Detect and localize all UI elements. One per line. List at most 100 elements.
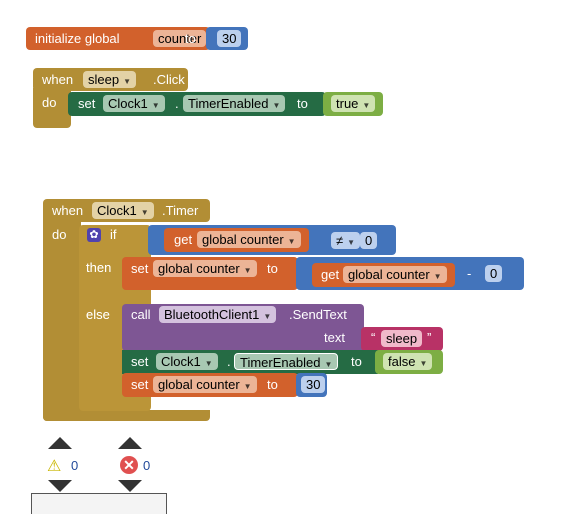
true-block[interactable]: true ▼ [323,92,383,116]
event-label: .Click [153,72,185,87]
dropdown-arrow-icon: ▼ [204,359,213,368]
param-label: text [324,330,345,345]
variable-dropdown[interactable]: global counter ▼ [343,266,447,283]
component-dropdown[interactable]: Clock1 ▼ [156,353,218,370]
property-name: TimerEnabled [188,96,269,111]
boolean-dropdown[interactable]: false ▼ [383,353,433,370]
dot: . [175,96,179,111]
trash-area[interactable] [31,493,167,514]
component-dropdown[interactable]: BluetoothClient1 ▼ [159,306,277,323]
number-value[interactable]: 30 [301,376,326,393]
get-variable-block[interactable]: get global counter ▼ [312,263,455,287]
variable-name: global counter [158,261,240,276]
operator: ≠ [336,233,344,248]
set-variable-block[interactable]: set global counter ▼ to [122,257,298,290]
variable-dropdown[interactable]: global counter ▼ [153,376,257,393]
error-count: 0 [143,458,151,473]
method-label: .SendText [289,307,347,322]
false-block[interactable]: false ▼ [375,350,443,374]
warning-count: 0 [71,458,79,473]
warning-icon: ⚠ [47,458,62,475]
when-label: when [52,203,84,218]
mutator-gear-icon[interactable]: ✿ [87,228,101,242]
property-name: TimerEnabled [240,355,321,370]
variable-dropdown[interactable]: global counter ▼ [197,231,301,248]
previous-warning-button[interactable] [48,437,72,449]
next-error-button[interactable] [118,480,142,492]
variable-name: global counter [348,267,430,282]
set-label: set [131,377,149,392]
set-variable-block[interactable]: set global counter ▼ to [122,373,298,397]
then-label: then [86,260,112,275]
operator-dropdown[interactable]: ≠ ▼ [331,232,361,249]
do-label: do [42,95,57,110]
boolean-value: false [388,354,416,369]
get-label: get [321,267,340,282]
number-value[interactable]: 0 [360,232,378,249]
component-name: Clock1 [108,96,148,111]
to-label: to [185,31,196,46]
init-label: initialize global [35,31,120,46]
component-dropdown[interactable]: sleep ▼ [83,71,136,88]
number-block[interactable]: 30 [206,27,248,50]
dropdown-arrow-icon: ▼ [347,238,356,247]
call-sendtext-block[interactable]: call BluetoothClient1 ▼ .SendText text [122,304,364,351]
dropdown-arrow-icon: ▼ [140,208,149,217]
text-string-block[interactable]: “ sleep ” [361,327,443,351]
boolean-dropdown[interactable]: true ▼ [331,95,376,112]
set-label: set [131,261,149,276]
to-label: to [267,261,278,276]
open-quote: “ [371,330,376,345]
set-label: set [78,96,96,111]
dropdown-arrow-icon: ▼ [123,77,131,86]
variable-dropdown[interactable]: global counter ▼ [153,260,257,277]
property-dropdown[interactable]: TimerEnabled ▼ [234,353,339,370]
component-dropdown[interactable]: Clock1 ▼ [103,95,165,112]
event-body: do [33,88,71,128]
dropdown-arrow-icon: ▼ [362,101,371,110]
boolean-value: true [336,96,359,111]
text-value[interactable]: sleep [381,330,423,347]
component-name: Clock1 [161,354,201,369]
when-label: when [42,72,74,87]
set-timer-enabled-block[interactable]: set Clock1 ▼ . TimerEnabled ▼ to [122,350,378,374]
event-bottom [43,410,210,421]
number-value[interactable]: 0 [485,265,503,282]
close-quote: ” [427,330,432,345]
to-label: to [297,96,308,111]
dot: . [227,354,231,369]
dropdown-arrow-icon: ▼ [433,272,442,281]
to-label: to [267,377,278,392]
variable-name: global counter [202,232,284,247]
dropdown-arrow-icon: ▼ [272,101,281,110]
dropdown-arrow-icon: ▼ [151,101,160,110]
set-timer-enabled-block[interactable]: set Clock1 ▼ . TimerEnabled ▼ to [68,92,326,116]
previous-error-button[interactable] [118,437,142,449]
component-name: BluetoothClient1 [164,307,260,322]
component-name: Clock1 [97,203,137,218]
get-label: get [174,232,193,247]
number-value[interactable]: 30 [217,30,242,47]
initialize-global-block[interactable]: initialize global counter to [26,27,210,50]
get-variable-block[interactable]: get global counter ▼ [164,228,309,252]
component-dropdown[interactable]: Clock1 ▼ [92,202,154,219]
error-icon: ✕ [120,456,138,474]
minus-operator: - [467,266,472,281]
event-body: do [43,218,81,421]
dropdown-arrow-icon: ▼ [263,312,272,321]
set-label: set [131,354,149,369]
dropdown-arrow-icon: ▼ [243,266,252,275]
to-label: to [351,354,362,369]
next-warning-button[interactable] [48,480,72,492]
call-label: call [131,307,151,322]
property-dropdown[interactable]: TimerEnabled ▼ [183,95,286,112]
dropdown-arrow-icon: ▼ [287,237,296,246]
number-block[interactable]: 30 [296,373,327,397]
dropdown-arrow-icon: ▼ [243,382,252,391]
else-label: else [86,307,110,322]
variable-name-field[interactable]: counter [153,30,207,47]
dropdown-arrow-icon: ▼ [324,360,333,369]
component-name: sleep [88,72,120,87]
do-label: do [52,227,67,242]
if-label: if [110,227,117,242]
